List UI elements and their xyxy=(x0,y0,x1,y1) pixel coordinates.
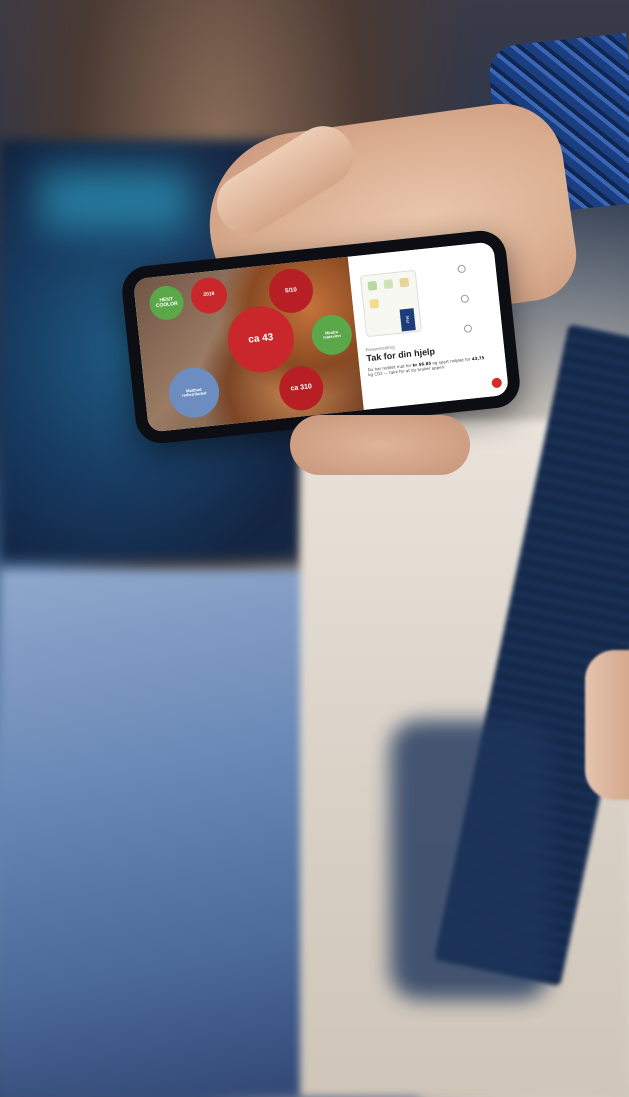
bubble-blue-text: Mattbud redistributed xyxy=(181,386,207,398)
phone-screen[interactable]: HENT COOLOR 2019 ca 43 5/10 Mindre matsv… xyxy=(132,241,510,433)
body-middle: og spart miljøet for xyxy=(430,356,473,366)
bubble-red-small[interactable]: 2019 xyxy=(189,275,229,316)
info-panel: Mer Pressemelding Tak for din hjelp Du h… xyxy=(347,241,510,410)
second-hand xyxy=(585,650,629,800)
fingers xyxy=(290,415,470,475)
bubble-red-bottom[interactable]: ca 310 xyxy=(277,364,326,413)
photo-scene: HENT COOLOR 2019 ca 43 5/10 Mindre matsv… xyxy=(0,0,629,1097)
globe-icon xyxy=(369,298,380,309)
bubble-red-large[interactable]: ca 43 xyxy=(224,303,298,376)
bubble-red-large-text: ca 43 xyxy=(247,331,274,346)
bubble-5-10-text: 5/10 xyxy=(284,287,298,295)
bubble-red-small-text: 2019 xyxy=(203,291,215,299)
nav-profile-icon[interactable] xyxy=(463,324,473,333)
food-photo: HENT COOLOR 2019 ca 43 5/10 Mindre matsv… xyxy=(132,256,364,433)
monitor-glow xyxy=(40,170,190,230)
coin-icon xyxy=(399,277,410,288)
leaf-icon xyxy=(367,280,378,291)
recycle-icon xyxy=(383,279,394,290)
nav-home-icon[interactable] xyxy=(457,264,467,274)
bubble-blue[interactable]: Mattbud redistributed xyxy=(166,365,222,421)
bubble-green-right-text: Mindre matsvinn xyxy=(322,329,341,340)
more-button[interactable]: Mer xyxy=(399,308,416,332)
bubble-green-right[interactable]: Mindre matsvinn xyxy=(309,312,354,357)
body-co2: 43,75 xyxy=(471,355,485,362)
bubble-red-bottom-text: ca 310 xyxy=(290,383,313,393)
more-button-label: Mer xyxy=(404,315,411,324)
blurred-object xyxy=(390,720,550,1000)
nav-scan-icon[interactable] xyxy=(460,294,470,304)
bubble-green-top[interactable]: HENT COOLOR xyxy=(147,284,186,322)
brand-logo-icon xyxy=(491,377,503,389)
bubble-green-top-text: HENT COOLOR xyxy=(155,296,179,310)
bubble-red-5-10[interactable]: 5/10 xyxy=(266,266,316,316)
